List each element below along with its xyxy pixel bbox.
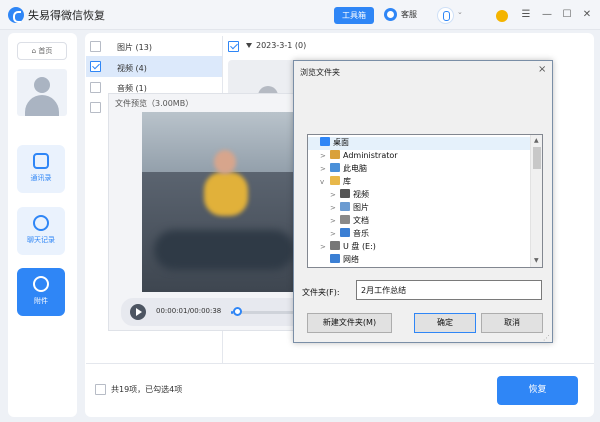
tree-item-label: 图片 (353, 203, 369, 212)
sidebar-item-label: 通讯录 (30, 174, 52, 182)
tree-item[interactable]: > U 盘 (E:) (308, 241, 530, 254)
tree-item[interactable]: > 此电脑 (308, 163, 530, 176)
chat-icon (33, 215, 49, 231)
title-bar: 失易得微信恢复 工具箱 客服 ⌄ ☰ — ☐ ✕ (0, 0, 600, 30)
home-button[interactable]: ⌂ 首页 (17, 42, 67, 60)
contacts-icon (33, 153, 49, 169)
preview-title: 文件预览（3.00MB） (115, 99, 194, 108)
scrollbar-thumb[interactable] (533, 147, 541, 169)
picture-folder-icon (340, 202, 350, 211)
scroll-up-icon[interactable]: ▲ (534, 137, 539, 144)
category-checkbox-pictures[interactable] (90, 41, 101, 52)
category-pictures[interactable]: 图片 (13) (117, 42, 152, 53)
network-icon (330, 254, 340, 263)
active-indicator (57, 287, 63, 299)
tree-item-label: Administrator (343, 151, 398, 160)
chevron-right-icon[interactable]: > (320, 165, 330, 173)
avatar (17, 69, 67, 116)
video-folder-icon (340, 189, 350, 198)
tree-item-label: 此电脑 (343, 164, 367, 173)
tree-item-label: 视频 (353, 190, 369, 199)
playback-time: 00:00:01/00:00:38 (156, 307, 222, 315)
menu-icon[interactable]: ☰ (519, 9, 533, 20)
tree-item[interactable]: v库 (308, 176, 530, 189)
tree-item[interactable]: > Administrator (308, 150, 530, 163)
tree-item-label: 网络 (343, 255, 359, 264)
scrollbar[interactable]: ▲ ▼ (530, 135, 542, 267)
tree-item-label: 文档 (353, 216, 369, 225)
category-selected-row (86, 56, 222, 77)
tree-item[interactable]: > 文档 (308, 215, 530, 228)
app-logo-icon (8, 7, 24, 23)
tree-item-label: 音乐 (353, 229, 369, 238)
category-checkbox-audio[interactable] (90, 82, 101, 93)
chevron-right-icon[interactable]: > (320, 243, 330, 251)
customer-service-icon[interactable] (384, 8, 397, 21)
close-icon[interactable]: ✕ (580, 9, 594, 20)
desktop-icon (320, 137, 330, 146)
progress-handle[interactable] (233, 307, 242, 316)
crown-icon[interactable] (496, 10, 508, 22)
category-videos[interactable]: 视频 (4) (117, 63, 147, 74)
dialog-title: 浏览文件夹 (300, 68, 340, 77)
folder-tree[interactable]: 桌面 > Administrator > 此电脑 v 库 > 视频 > 图片 > 文档 > 音乐 > U 盘 (… (307, 134, 543, 268)
folder-label: 文件夹(F): (302, 288, 340, 297)
divider (86, 363, 594, 364)
chevron-right-icon[interactable]: > (330, 191, 340, 199)
play-icon[interactable] (130, 304, 146, 320)
sidebar: ⌂ 首页 通讯录 聊天记录 附件 (8, 33, 77, 417)
computer-icon (330, 163, 340, 172)
close-icon[interactable]: × (538, 64, 546, 75)
file-preview-panel: 文件预览（3.00MB） 00:00:01/00:00:38 (108, 93, 309, 331)
browse-folder-dialog: 浏览文件夹 × 桌面 > Administrator > 此电脑 v 库 > 视频 > 图片 > 文档 >… (293, 60, 553, 343)
paperclip-icon (33, 276, 49, 292)
cancel-button[interactable]: 取消 (481, 313, 543, 333)
chevron-down-icon[interactable]: v (320, 178, 330, 186)
folder-name-input[interactable] (356, 280, 542, 300)
tree-item[interactable]: 桌面 (308, 137, 530, 150)
tree-item-label: 库 (343, 177, 351, 186)
account-avatar[interactable] (437, 7, 454, 24)
tree-item-label: 桌面 (333, 138, 349, 147)
new-folder-button[interactable]: 新建文件夹(M) (307, 313, 392, 333)
toolbox-button[interactable]: 工具箱 (334, 7, 374, 24)
chevron-right-icon[interactable]: > (320, 152, 330, 160)
maximize-icon[interactable]: ☐ (560, 9, 574, 20)
music-folder-icon (340, 228, 350, 237)
user-folder-icon (330, 150, 340, 159)
sidebar-item-label: 聊天记录 (27, 236, 55, 244)
library-icon (330, 176, 340, 185)
caret-down-icon[interactable] (246, 43, 252, 48)
app-title: 失易得微信恢复 (28, 9, 105, 22)
sidebar-item-chat-records[interactable]: 聊天记录 (17, 207, 65, 255)
video-player-controls: 00:00:01/00:00:38 (121, 298, 307, 326)
document-folder-icon (340, 215, 350, 224)
tree-item[interactable]: > 图片 (308, 202, 530, 215)
date-group-checkbox[interactable] (228, 41, 239, 52)
ok-button[interactable]: 确定 (414, 313, 476, 333)
date-group-label: 2023-3-1 (0) (256, 41, 307, 50)
usb-drive-icon (330, 241, 340, 250)
category-checkbox-other[interactable] (90, 102, 101, 113)
minimize-icon[interactable]: — (540, 9, 554, 20)
chevron-right-icon[interactable]: > (330, 204, 340, 212)
customer-service-button[interactable]: 客服 (401, 9, 417, 20)
chevron-right-icon[interactable]: > (330, 217, 340, 225)
home-label: 首页 (38, 47, 53, 55)
selection-summary: 共19项，已勾选4项 (111, 385, 183, 394)
video-frame[interactable] (142, 112, 309, 292)
resize-grip-icon[interactable]: ⋰ (543, 334, 550, 342)
sidebar-item-contacts[interactable]: 通讯录 (17, 145, 65, 193)
category-checkbox-videos[interactable] (90, 61, 101, 72)
chevron-down-icon[interactable]: ⌄ (457, 8, 463, 16)
select-all-checkbox[interactable] (95, 384, 106, 395)
tree-item-label: U 盘 (E:) (343, 242, 376, 251)
tree-item[interactable]: > 视频 (308, 189, 530, 202)
tree-item[interactable]: 网络 (308, 254, 530, 267)
scroll-down-icon[interactable]: ▼ (534, 257, 539, 264)
recover-button[interactable]: 恢复 (497, 376, 578, 405)
tree-item[interactable]: > 音乐 (308, 228, 530, 241)
chevron-right-icon[interactable]: > (330, 230, 340, 238)
